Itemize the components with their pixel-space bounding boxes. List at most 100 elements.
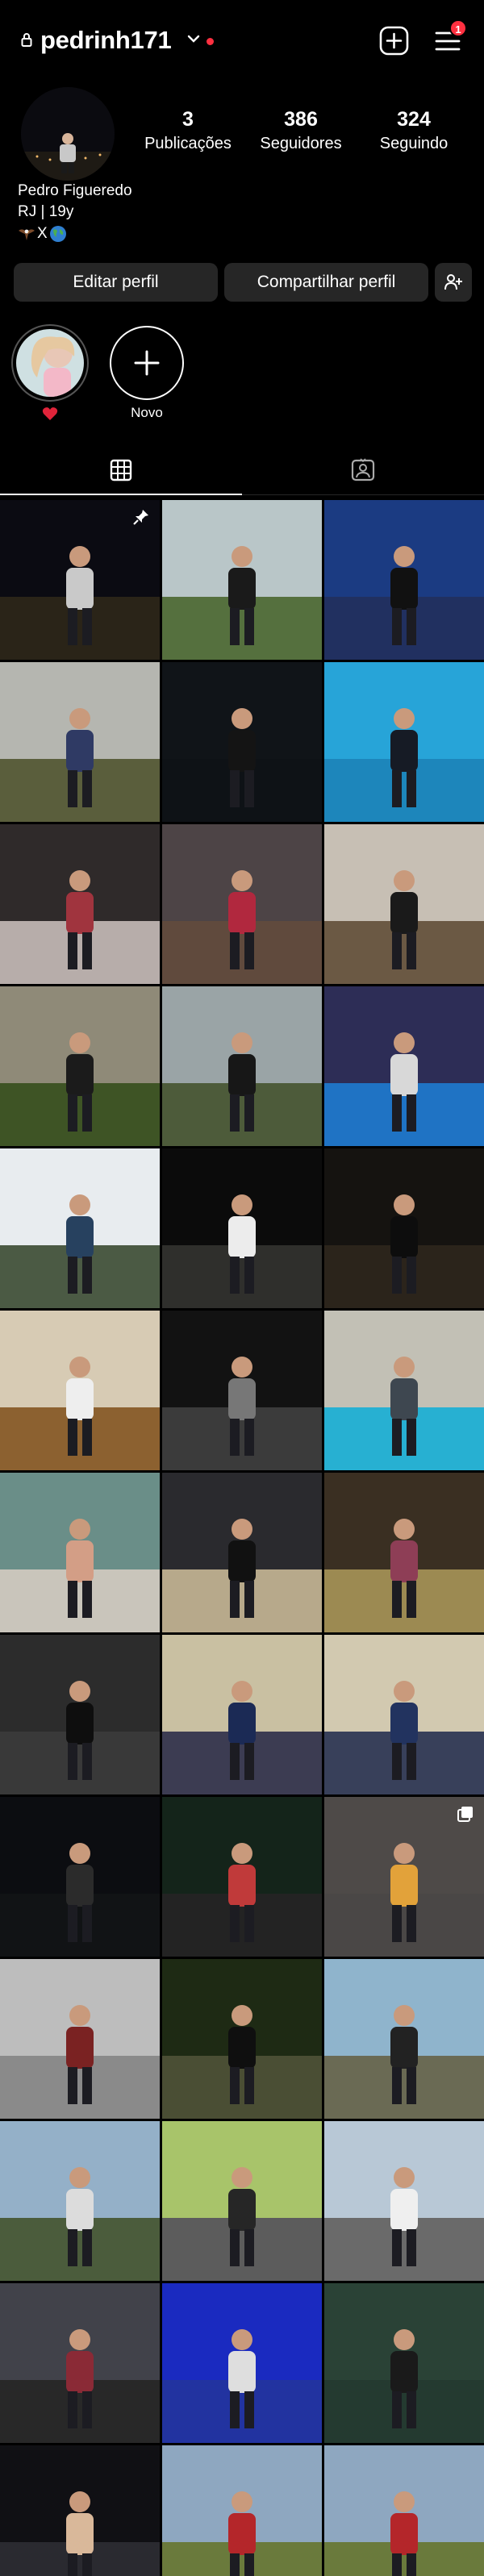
post-photo — [324, 824, 484, 984]
share-profile-button[interactable]: Compartilhar perfil — [224, 263, 428, 302]
post-tile[interactable] — [324, 662, 484, 822]
post-photo — [162, 1311, 322, 1470]
plus-icon — [134, 350, 160, 376]
post-tile[interactable] — [162, 500, 322, 660]
post-photo — [162, 662, 322, 822]
full-name: Pedro Figueredo — [18, 182, 132, 199]
tab-posts-grid[interactable] — [0, 447, 242, 495]
tab-tagged[interactable] — [242, 447, 484, 495]
post-tile[interactable] — [162, 662, 322, 822]
post-tile[interactable] — [324, 2121, 484, 2281]
post-photo — [162, 1635, 322, 1794]
post-tile[interactable] — [162, 2121, 322, 2281]
post-photo — [0, 2445, 160, 2576]
stat-followers-value: 386 — [284, 108, 318, 131]
post-photo — [0, 824, 160, 984]
post-tile[interactable] — [0, 1797, 160, 1957]
post-tile[interactable] — [0, 2445, 160, 2576]
post-tile[interactable] — [0, 824, 160, 984]
post-tile[interactable] — [162, 2283, 322, 2443]
post-tile[interactable] — [324, 986, 484, 1146]
post-photo — [162, 1148, 322, 1308]
post-photo — [324, 2121, 484, 2281]
post-tile[interactable] — [162, 1311, 322, 1470]
post-tile[interactable] — [324, 1311, 484, 1470]
post-tile[interactable] — [0, 1473, 160, 1632]
post-tile[interactable] — [162, 1959, 322, 2119]
highlight-new[interactable]: Novo — [106, 324, 187, 421]
post-tile[interactable] — [324, 1635, 484, 1794]
post-tile[interactable] — [162, 1797, 322, 1957]
post-photo — [324, 1148, 484, 1308]
post-photo — [162, 1797, 322, 1957]
post-tile[interactable] — [324, 500, 484, 660]
lock-icon — [21, 33, 32, 47]
post-photo — [0, 986, 160, 1146]
discover-people-button[interactable] — [435, 263, 472, 302]
post-photo — [162, 2121, 322, 2281]
stat-followers[interactable]: 386 Seguidores — [248, 108, 353, 153]
highlight-heart[interactable] — [10, 324, 90, 425]
post-tile[interactable] — [324, 1148, 484, 1308]
post-photo — [324, 662, 484, 822]
post-tile[interactable] — [162, 2445, 322, 2576]
stat-following[interactable]: 324 Seguindo — [361, 108, 466, 153]
post-photo — [0, 2283, 160, 2443]
post-photo — [162, 1959, 322, 2119]
post-tile[interactable] — [0, 662, 160, 822]
post-photo — [0, 1148, 160, 1308]
post-tile[interactable] — [324, 1473, 484, 1632]
stat-posts-value: 3 — [182, 108, 194, 131]
post-tile[interactable] — [0, 2283, 160, 2443]
post-tile[interactable] — [324, 1959, 484, 2119]
post-photo — [162, 500, 322, 660]
bio-x-text: X — [37, 225, 48, 242]
post-tile[interactable] — [0, 1635, 160, 1794]
pin-icon — [133, 510, 148, 525]
post-photo — [0, 1635, 160, 1794]
edit-profile-button[interactable]: Editar perfil — [14, 263, 218, 302]
post-photo — [324, 986, 484, 1146]
post-tile[interactable] — [162, 1635, 322, 1794]
bio-line: RJ | 19y — [18, 203, 74, 220]
post-tile[interactable] — [324, 2283, 484, 2443]
heart-emoji-icon — [42, 407, 58, 420]
carousel-icon — [457, 1807, 473, 1822]
avatar[interactable] — [21, 87, 115, 181]
post-tile[interactable] — [162, 1148, 322, 1308]
post-photo — [0, 1797, 160, 1957]
highlight-label — [10, 406, 90, 425]
post-photo — [162, 986, 322, 1146]
post-photo — [0, 1473, 160, 1632]
create-post-icon[interactable] — [379, 26, 409, 56]
post-photo — [162, 824, 322, 984]
chevron-down-icon[interactable] — [187, 34, 200, 44]
post-photo — [324, 1959, 484, 2119]
post-tile[interactable] — [324, 1797, 484, 1957]
post-tile[interactable] — [0, 986, 160, 1146]
post-tile[interactable] — [162, 986, 322, 1146]
account-alert-dot — [207, 38, 214, 45]
username[interactable]: pedrinh171 — [40, 26, 172, 55]
post-photo — [162, 2445, 322, 2576]
post-photo — [324, 1473, 484, 1632]
stat-posts[interactable]: 3 Publicações — [136, 108, 240, 153]
eagle-emoji-icon — [19, 229, 35, 240]
stat-posts-label: Publicações — [144, 135, 232, 152]
post-tile[interactable] — [0, 1311, 160, 1470]
post-tile[interactable] — [0, 2121, 160, 2281]
post-photo — [324, 2283, 484, 2443]
post-tile[interactable] — [162, 824, 322, 984]
profile-tabs — [0, 447, 484, 495]
post-tile[interactable] — [0, 1148, 160, 1308]
post-photo — [0, 2121, 160, 2281]
post-tile[interactable] — [162, 1473, 322, 1632]
stat-following-label: Seguindo — [379, 135, 449, 152]
post-tile[interactable] — [324, 824, 484, 984]
globe-emoji-icon — [49, 226, 66, 242]
post-photo — [0, 1311, 160, 1470]
post-tile[interactable] — [0, 1959, 160, 2119]
post-photo — [324, 2445, 484, 2576]
post-tile[interactable] — [0, 500, 160, 660]
post-tile[interactable] — [324, 2445, 484, 2576]
